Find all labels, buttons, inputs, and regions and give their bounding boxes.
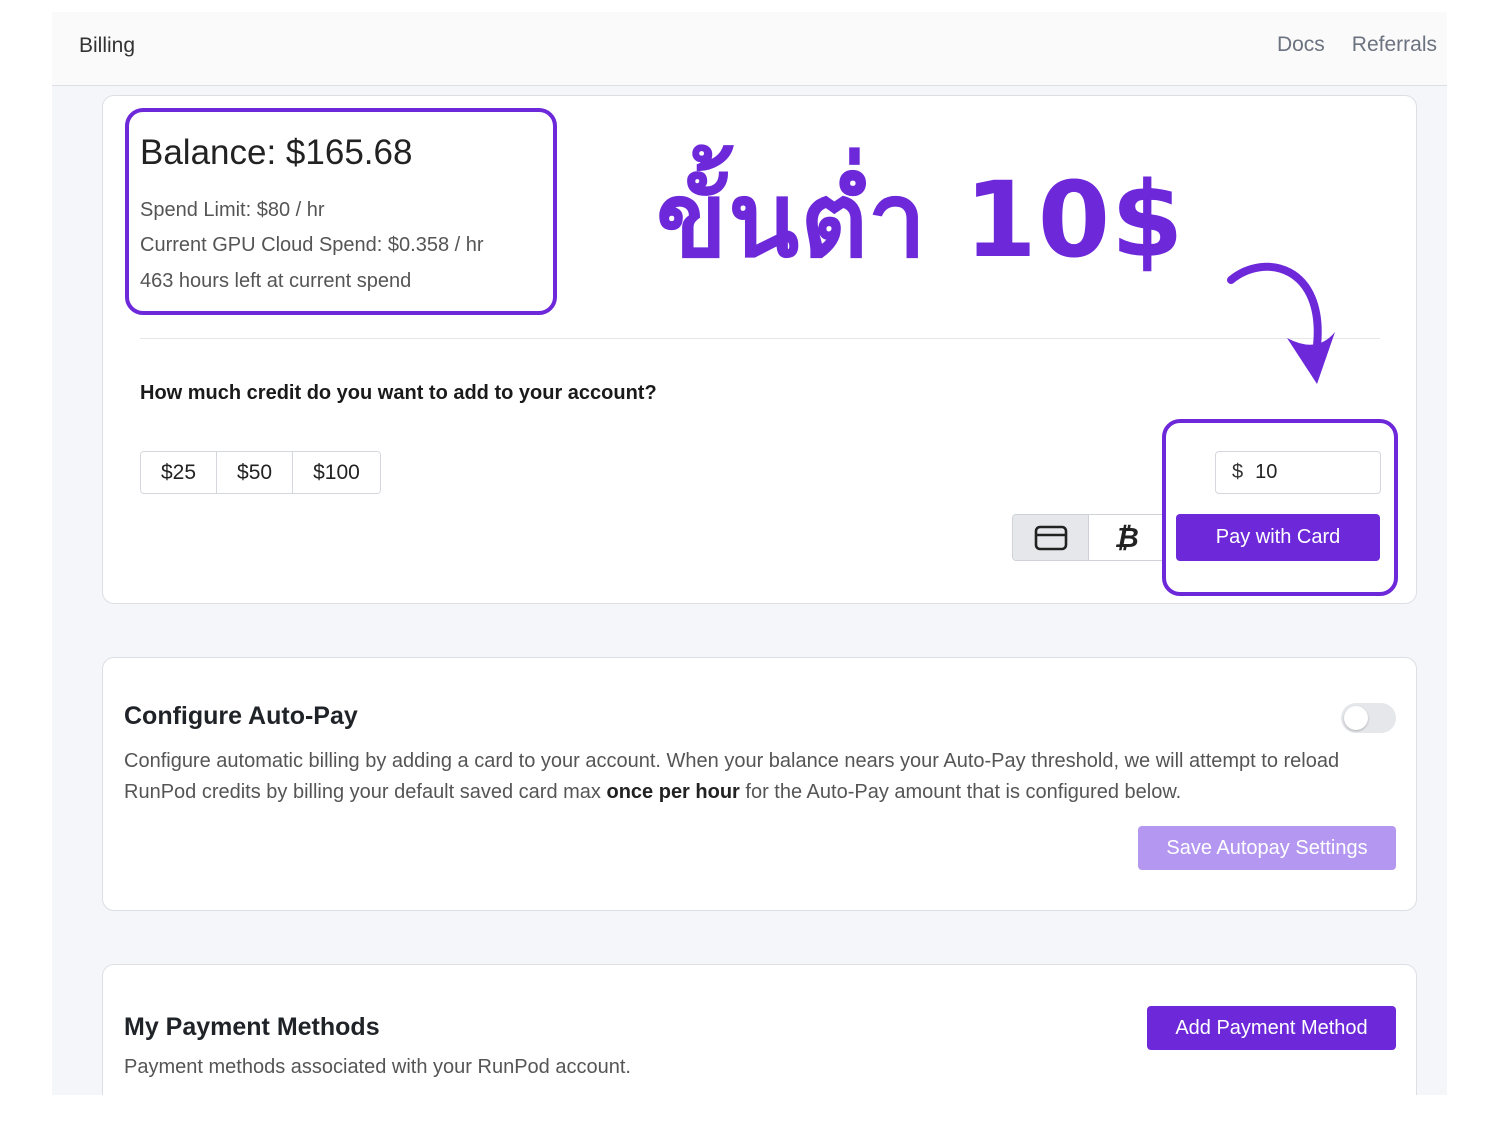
curved-arrow-icon — [1227, 262, 1335, 384]
card-icon — [1034, 525, 1067, 550]
autopay-description: Configure automatic billing by adding a … — [124, 746, 1399, 808]
preset-100-button[interactable]: $100 — [293, 452, 380, 493]
add-payment-method-button[interactable]: Add Payment Method — [1147, 1006, 1396, 1050]
save-autopay-button[interactable]: Save Autopay Settings — [1138, 826, 1396, 870]
payment-methods-title: My Payment Methods — [124, 1013, 380, 1041]
page-title: Billing — [79, 34, 136, 57]
payment-methods-card: My Payment Methods Add Payment Method Pa… — [102, 964, 1417, 1095]
autopay-desc-part2: for the Auto-Pay amount that is configur… — [739, 781, 1182, 803]
balance-highlight-box — [125, 108, 557, 315]
payment-method-toggle: ₿ — [1012, 514, 1165, 561]
pay-highlight-box — [1162, 419, 1398, 596]
autopay-desc-bold: once per hour — [606, 781, 740, 803]
docs-link[interactable]: Docs — [1277, 33, 1325, 57]
toggle-knob — [1344, 706, 1368, 730]
preset-50-button[interactable]: $50 — [217, 452, 294, 493]
top-bar: Billing Docs Referrals — [52, 12, 1447, 86]
bitcoin-icon: ₿ — [1114, 521, 1139, 553]
add-credit-question: How much credit do you want to add to yo… — [140, 382, 657, 404]
bitcoin-option[interactable]: ₿ — [1089, 515, 1164, 560]
autopay-toggle[interactable] — [1341, 703, 1396, 733]
top-nav: Docs Referrals — [1277, 33, 1437, 57]
referrals-link[interactable]: Referrals — [1352, 33, 1437, 57]
autopay-title: Configure Auto-Pay — [124, 702, 358, 730]
card-option[interactable] — [1013, 515, 1089, 560]
preset-25-button[interactable]: $25 — [141, 452, 218, 493]
annotation-text: ขั้นต่ำ 10$ — [656, 159, 1185, 281]
payment-methods-description: Payment methods associated with your Run… — [124, 1056, 631, 1078]
divider — [140, 338, 1380, 339]
preset-amount-group: $25 $50 $100 — [140, 451, 381, 494]
autopay-card: Configure Auto-Pay Configure automatic b… — [102, 657, 1417, 911]
